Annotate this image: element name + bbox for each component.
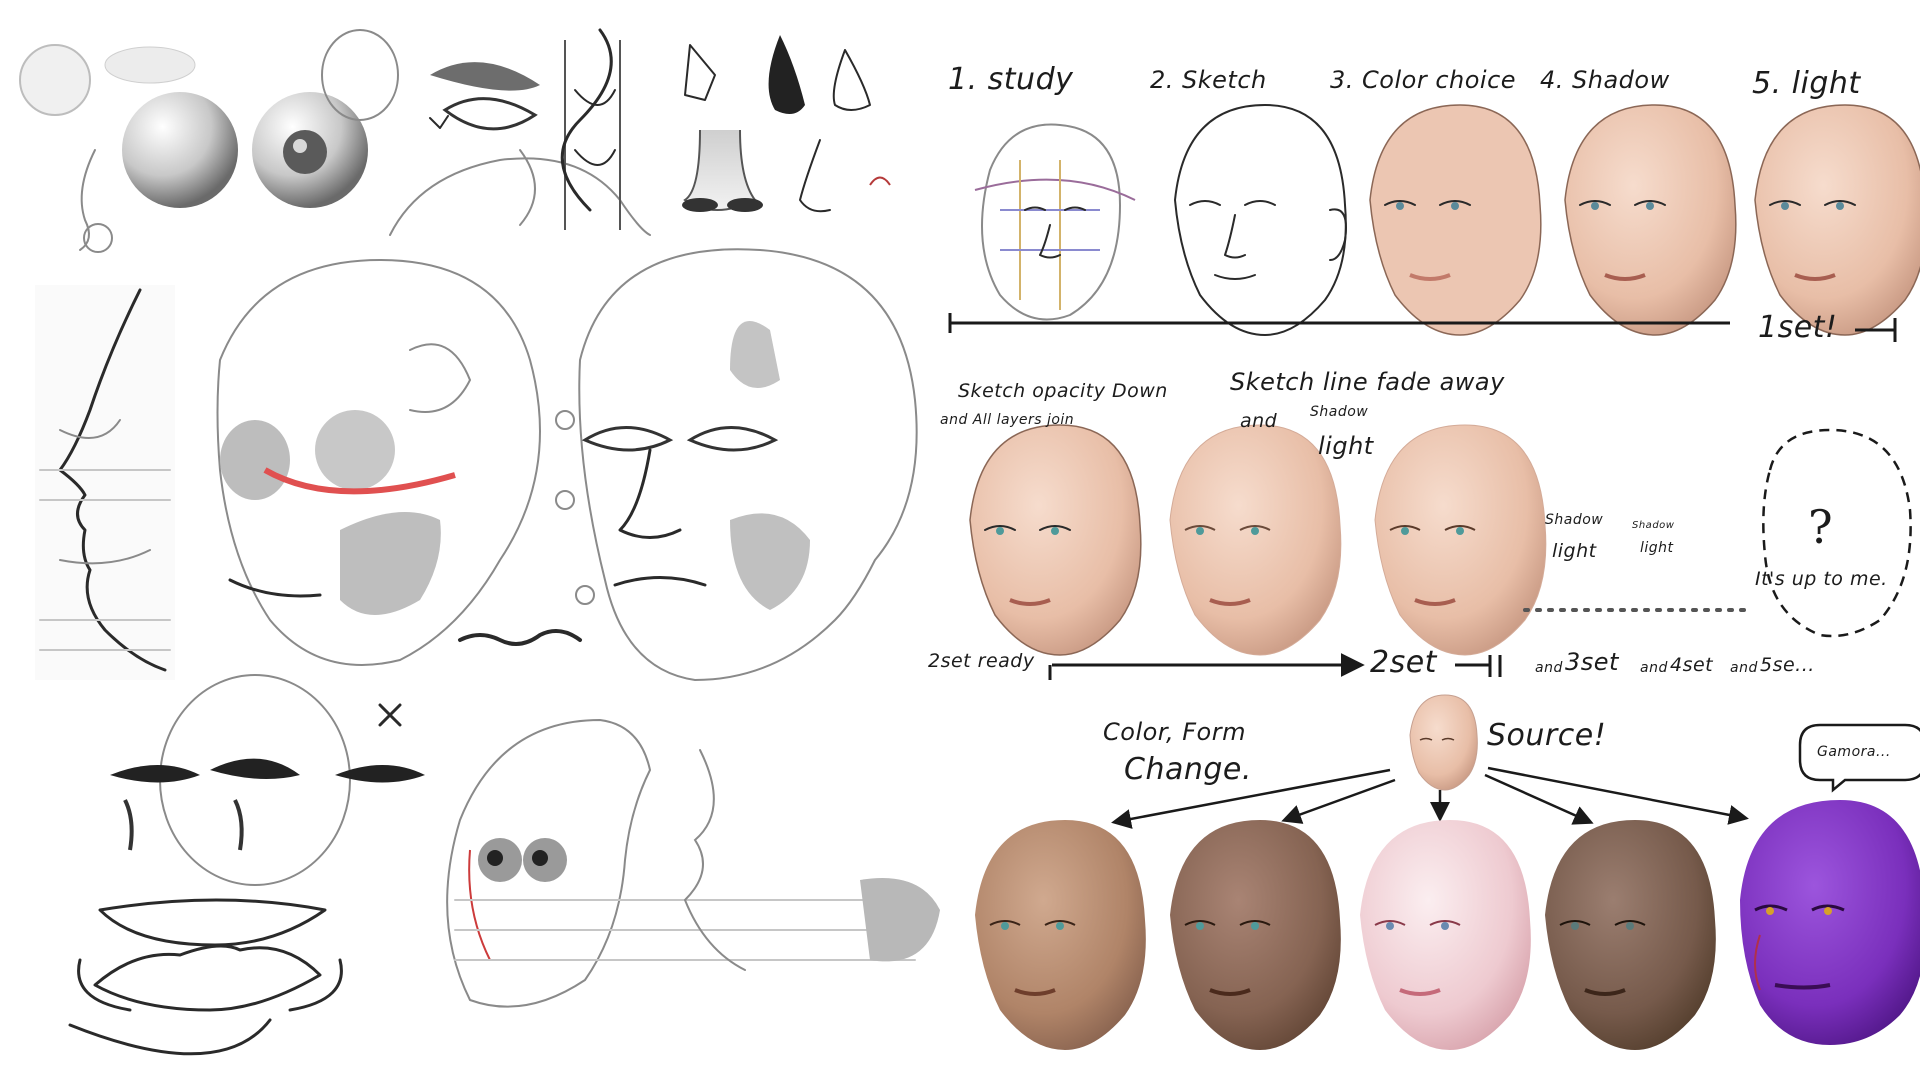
head-planes-sketch bbox=[458, 248, 918, 682]
head-variation-tan bbox=[975, 820, 1146, 1050]
head-line-sketch bbox=[1174, 104, 1347, 336]
five-set-label: 5se... bbox=[1760, 654, 1815, 676]
fade-away-label: Sketch line fade away bbox=[1230, 368, 1505, 396]
step-5-label: 5. light bbox=[1752, 66, 1861, 101]
up-to-me-label: It's up to me. bbox=[1755, 568, 1888, 590]
change-label: Change. bbox=[1124, 752, 1252, 787]
head-variation-pink bbox=[1360, 820, 1531, 1050]
shadow-label: Shadow bbox=[1310, 404, 1369, 420]
skull-construction-sketch bbox=[216, 258, 541, 666]
light-label-3: light bbox=[1640, 540, 1674, 556]
two-set-label: 2set bbox=[1370, 645, 1437, 680]
color-form-label: Color, Form bbox=[1103, 718, 1246, 746]
light-label-2: light bbox=[1552, 540, 1597, 562]
head-layers-joined bbox=[969, 424, 1142, 656]
and-label-2: and bbox=[1640, 660, 1668, 676]
one-set-label: 1set! bbox=[1758, 310, 1838, 345]
step-1-label: 1. study bbox=[948, 62, 1074, 97]
head-shadow bbox=[1564, 104, 1737, 336]
fade-and-label: and bbox=[1240, 410, 1278, 432]
source-head bbox=[1409, 694, 1478, 791]
nose-studies bbox=[682, 35, 891, 213]
step-4-label: 4. Shadow bbox=[1540, 66, 1670, 94]
step-2-label: 2. Sketch bbox=[1150, 66, 1267, 94]
skull-profile-sketch bbox=[446, 718, 940, 1008]
step-3-label: 3. Color choice bbox=[1330, 66, 1517, 94]
and-label-3: and bbox=[1730, 660, 1758, 676]
unknown-head-outline bbox=[1762, 428, 1912, 638]
lips-eyelid-studies bbox=[68, 674, 425, 1056]
opacity-down-label: Sketch opacity Down bbox=[958, 380, 1168, 402]
eye-ball-studies bbox=[19, 29, 399, 253]
head-flat-color bbox=[1369, 104, 1542, 336]
shadow-label-2: Shadow bbox=[1545, 512, 1604, 528]
head-variation-dark bbox=[1545, 820, 1716, 1050]
three-set-label: 3set bbox=[1565, 648, 1619, 676]
light-label: light bbox=[1318, 432, 1374, 460]
question-mark: ? bbox=[1808, 500, 1834, 554]
head-variation-brown bbox=[1170, 820, 1341, 1050]
head-refined bbox=[1374, 424, 1547, 656]
head-light bbox=[1754, 104, 1920, 336]
profile-face-sketch bbox=[35, 285, 175, 680]
head-variation-purple bbox=[1740, 800, 1920, 1045]
shadow-label-3: Shadow bbox=[1632, 520, 1675, 531]
eye-socket-study bbox=[389, 62, 651, 236]
middle-heads bbox=[969, 424, 1912, 656]
step-heads bbox=[974, 104, 1920, 336]
layers-join-label: and All layers join bbox=[940, 412, 1075, 428]
gamora-label: Gamora... bbox=[1817, 744, 1891, 760]
head-lines-faded bbox=[1169, 424, 1342, 656]
ear-structure-study bbox=[560, 28, 621, 230]
and-label-1: and bbox=[1535, 660, 1563, 676]
source-label: Source! bbox=[1487, 718, 1607, 753]
two-set-ready-label: 2set ready bbox=[928, 650, 1035, 672]
four-set-label: 4set bbox=[1670, 654, 1714, 676]
head-study-sketch bbox=[974, 123, 1136, 321]
anatomy-tutorial-sheet bbox=[19, 28, 1920, 1056]
